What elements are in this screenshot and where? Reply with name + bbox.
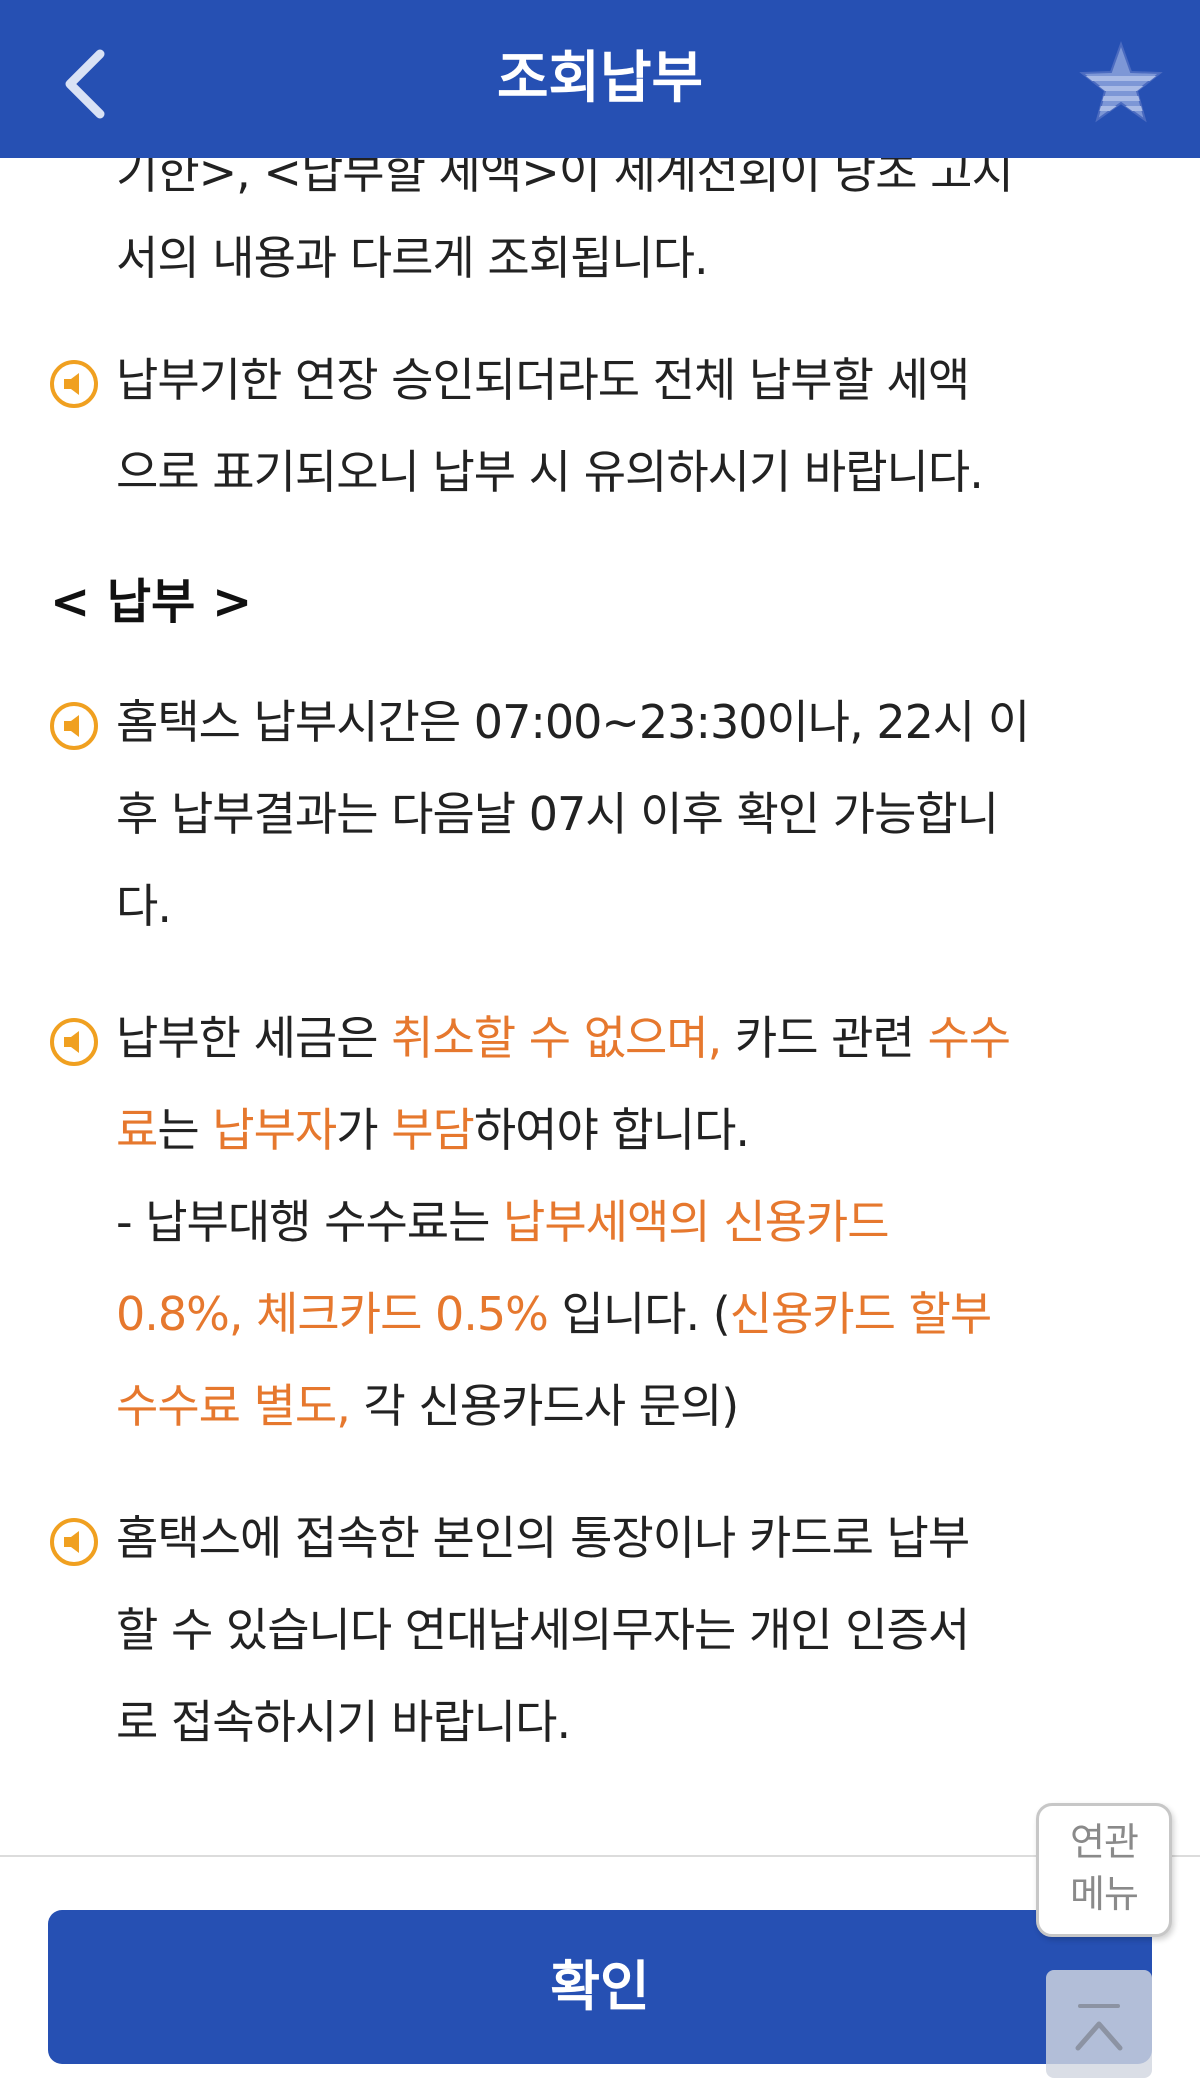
text-highlight: 취소할 수 없으며, <box>391 1011 722 1065</box>
text-normal: 입니다. ( <box>547 1287 730 1341</box>
text-highlight: 수수료 별도, <box>116 1379 351 1433</box>
text-highlight: 납부자 <box>212 1103 337 1157</box>
text-normal: 각 신용카드사 문의) <box>349 1379 739 1433</box>
text-normal: 는 <box>157 1103 213 1157</box>
chevron-up-icon <box>1075 2004 1123 2051</box>
text-normal: 카드 관련 <box>721 1011 928 1065</box>
text-highlight: 납부세액의 신용카드 <box>503 1195 890 1249</box>
section-title-payment: < 납부 > <box>50 574 253 630</box>
text-line: - 납부대행 수수료는 납부세액의 신용카드 <box>116 1176 1166 1268</box>
text-normal: 납부한 세금은 <box>116 1011 392 1065</box>
notice-fee-text: 납부한 세금은 취소할 수 없으며, 카드 관련 수수 료는 납부자가 부담하여… <box>116 992 1166 1452</box>
speaker-icon <box>50 702 98 750</box>
text-highlight: 신용카드 할부 <box>729 1287 993 1341</box>
text-normal: 가 <box>336 1103 392 1157</box>
text-normal: - 납부대행 수수료는 <box>116 1195 504 1249</box>
text-line: 납부한 세금은 취소할 수 없으며, 카드 관련 수수 <box>116 992 1166 1084</box>
text-line: 수수료 별도, 각 신용카드사 문의) <box>116 1360 1166 1452</box>
confirm-button[interactable]: 확인 <box>48 1910 1152 2064</box>
text-line: 납부기한 연장 승인되더라도 전체 납부할 세액 <box>116 353 970 407</box>
text-normal: 하여야 합니다. <box>473 1103 750 1157</box>
related-menu-label-line1: 연관 <box>1070 1820 1139 1864</box>
speaker-icon <box>50 1518 98 1566</box>
speaker-icon <box>50 360 98 408</box>
related-menu-label-line2: 메뉴 <box>1070 1872 1139 1916</box>
header-bar: 조회납부 <box>0 0 1200 158</box>
notice-account-text: 홈택스에 접속한 본인의 통장이나 카드로 납부 할 수 있습니다 연대납세의무… <box>116 1492 1166 1768</box>
text-highlight: 0.8%, 체크카드 0.5% <box>116 1287 549 1341</box>
star-icon[interactable] <box>1078 40 1164 126</box>
text-line: 다. <box>116 879 172 933</box>
continued-text-line: 서의 내용과 다르게 조회됩니다. <box>116 231 709 285</box>
speaker-icon <box>50 1018 98 1066</box>
text-line: 홈택스 납부시간은 07:00~23:30이나, 22시 이 <box>116 695 1030 749</box>
text-line: 로 접속하시기 바랍니다. <box>116 1695 571 1749</box>
text-highlight: 수수 <box>927 1011 1011 1065</box>
text-line: 할 수 있습니다 연대납세의무자는 개인 인증서 <box>116 1603 970 1657</box>
notice-extension-text: 납부기한 연장 승인되더라도 전체 납부할 세액 으로 표기되오니 납부 시 유… <box>116 334 1166 518</box>
text-line: 후 납부결과는 다음날 07시 이후 확인 가능합니 <box>116 787 999 841</box>
content-area[interactable]: 기한>, <납부할 세액>이 세계전회이 당초 고지 서의 내용과 다르게 조회… <box>0 0 1200 1855</box>
text-highlight: 부담 <box>391 1103 475 1157</box>
footer-divider <box>0 1855 1200 1857</box>
related-menu-button[interactable]: 연관 메뉴 <box>1036 1803 1172 1937</box>
page: 기한>, <납부할 세액>이 세계전회이 당초 고지 서의 내용과 다르게 조회… <box>0 0 1200 2080</box>
text-line: 으로 표기되오니 납부 시 유의하시기 바랍니다. <box>116 445 984 499</box>
text-line: 홈택스에 접속한 본인의 통장이나 카드로 납부 <box>116 1511 970 1565</box>
page-title: 조회납부 <box>496 46 704 111</box>
notice-payment-time-text: 홈택스 납부시간은 07:00~23:30이나, 22시 이 후 납부결과는 다… <box>116 676 1166 952</box>
text-line: 료는 납부자가 부담하여야 합니다. <box>116 1084 1166 1176</box>
text-line: 0.8%, 체크카드 0.5% 입니다. (신용카드 할부 <box>116 1268 1166 1360</box>
text-highlight: 료 <box>116 1103 158 1157</box>
scroll-top-button[interactable] <box>1046 1970 1152 2078</box>
